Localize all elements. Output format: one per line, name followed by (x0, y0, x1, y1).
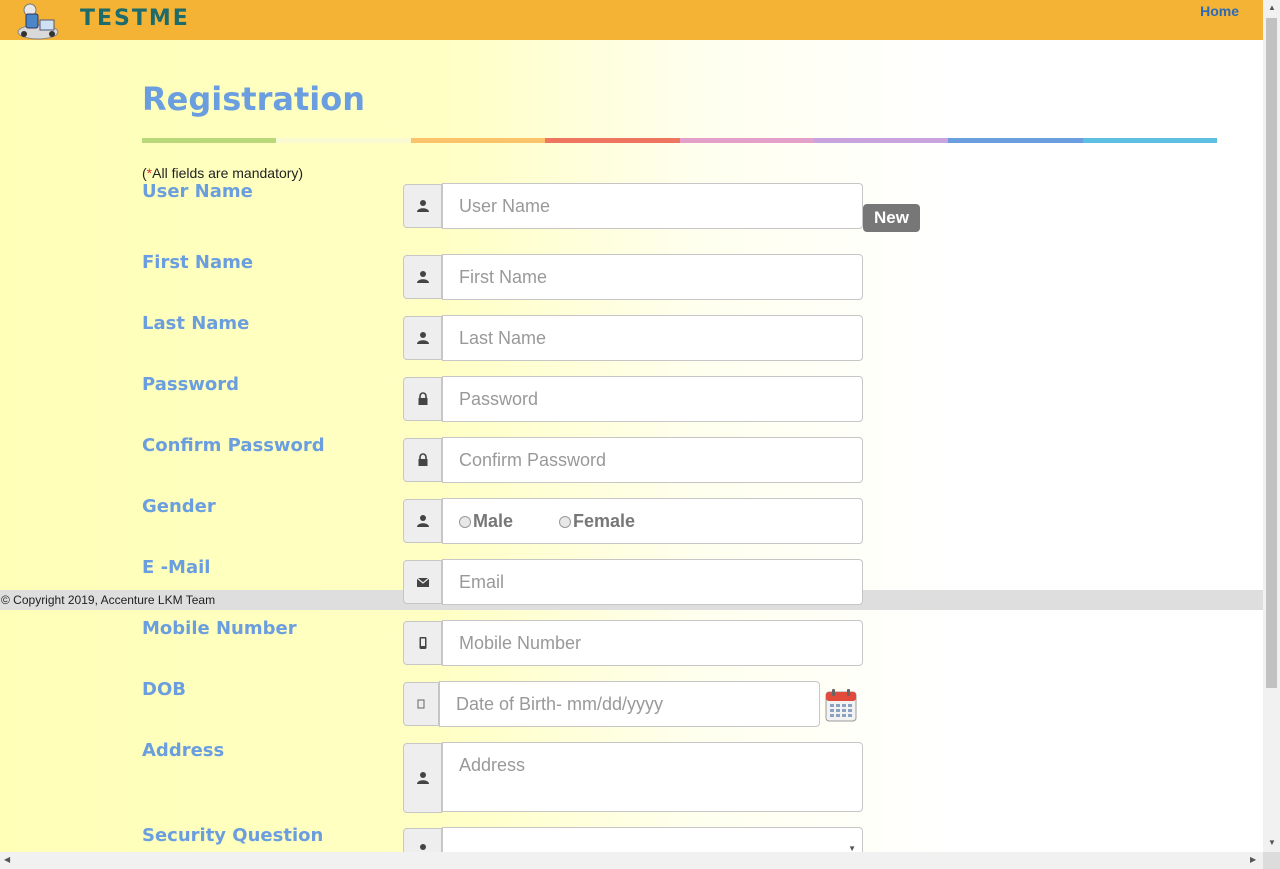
email-label: E -Mail (142, 557, 211, 578)
lastname-placeholder: Last Name (459, 327, 547, 348)
gender-male-option[interactable]: Male (459, 511, 513, 532)
dob-input[interactable]: Date of Birth- mm/dd/yyyy (439, 681, 820, 727)
horizontal-scrollbar[interactable] (0, 852, 1263, 869)
color-stripe (276, 138, 411, 143)
vertical-scrollbar-thumb[interactable] (1266, 18, 1277, 688)
page-title: Registration (142, 80, 365, 118)
username-placeholder: User Name (459, 195, 551, 216)
male-label: Male (473, 510, 514, 531)
lock-icon (418, 392, 427, 405)
password-input[interactable]: Password (442, 376, 863, 422)
address-textarea[interactable]: Address (442, 742, 863, 812)
home-link[interactable]: Home (1200, 3, 1239, 19)
scroll-left-arrow-icon[interactable]: ◀ (4, 855, 10, 864)
username-label: User Name (142, 181, 253, 202)
color-stripe (545, 138, 680, 143)
scroll-right-arrow-icon[interactable]: ▶ (1250, 855, 1256, 864)
dropdown-caret-icon: ▼ (848, 844, 856, 852)
calendar-glyph-icon (417, 699, 425, 709)
security-question-select[interactable]: ▼ (442, 827, 863, 852)
female-radio[interactable] (559, 515, 572, 528)
page-viewport: TESTME Home Registration (*All fields ar… (0, 0, 1263, 852)
confirm-password-label: Confirm Password (142, 435, 325, 456)
gender-label: Gender (142, 496, 216, 517)
user-icon (416, 772, 429, 784)
color-stripe (948, 138, 1083, 143)
color-stripe (142, 138, 277, 143)
logo-image (17, 3, 59, 40)
mobile-icon (419, 637, 426, 649)
firstname-placeholder: First Name (459, 266, 548, 287)
color-stripe (813, 138, 949, 143)
color-divider (142, 138, 1217, 143)
lock-icon (418, 453, 427, 466)
password-label: Password (142, 374, 240, 395)
gender-female-option[interactable]: Female (559, 511, 635, 532)
user-icon (416, 332, 429, 344)
security-question-label: Security Question (142, 825, 324, 846)
calendar-icon[interactable] (825, 688, 857, 722)
copyright-text: © Copyright 2019, Accenture LKM Team (1, 593, 216, 607)
male-radio[interactable] (459, 515, 471, 528)
envelope-icon (416, 577, 429, 587)
scroll-up-arrow-icon[interactable]: ▲ (1268, 3, 1276, 12)
dob-label: DOB (142, 679, 186, 700)
color-stripe (679, 138, 814, 143)
scroll-down-arrow-icon[interactable]: ▼ (1268, 838, 1276, 847)
user-icon (416, 271, 429, 283)
mobile-addon (403, 621, 442, 665)
logo-text: TESTME (80, 6, 190, 31)
lastname-addon (403, 316, 442, 360)
lastname-label: Last Name (142, 313, 250, 334)
color-stripe (1082, 138, 1217, 143)
address-addon (403, 743, 442, 813)
username-input[interactable]: User Name (442, 183, 863, 229)
email-addon (403, 560, 442, 604)
password-placeholder: Password (459, 388, 539, 409)
mandatory-note: (*All fields are mandatory) (142, 165, 303, 181)
firstname-label: First Name (142, 252, 254, 273)
address-placeholder: Address (459, 755, 526, 775)
email-input[interactable]: Email (442, 559, 863, 605)
gender-field: Male Female (442, 498, 863, 544)
lastname-input[interactable]: Last Name (442, 315, 863, 361)
top-navbar: TESTME Home (0, 0, 1263, 40)
confirm-password-input[interactable]: Confirm Password (442, 437, 863, 483)
password-addon (403, 377, 442, 421)
security-question-addon (403, 828, 442, 852)
email-placeholder: Email (459, 571, 505, 592)
mobile-input[interactable]: Mobile Number (442, 620, 863, 666)
color-stripe (410, 138, 546, 143)
confirm-password-placeholder: Confirm Password (459, 449, 607, 470)
scrollbar-corner (1263, 852, 1280, 869)
mobile-placeholder: Mobile Number (459, 632, 582, 653)
firstname-input[interactable]: First Name (442, 254, 863, 300)
confirm-password-addon (403, 438, 442, 482)
user-icon (419, 844, 426, 850)
mobile-label: Mobile Number (142, 618, 297, 639)
gender-addon (403, 499, 442, 543)
female-label: Female (573, 510, 636, 531)
username-addon (403, 184, 442, 228)
address-label: Address (142, 740, 225, 761)
mandatory-text: All fields are mandatory) (152, 165, 304, 181)
firstname-addon (403, 255, 442, 299)
new-badge: New (863, 204, 920, 232)
dob-placeholder: Date of Birth- mm/dd/yyyy (456, 693, 664, 714)
user-icon (416, 515, 429, 527)
dob-addon (403, 682, 439, 726)
user-icon (416, 200, 429, 212)
